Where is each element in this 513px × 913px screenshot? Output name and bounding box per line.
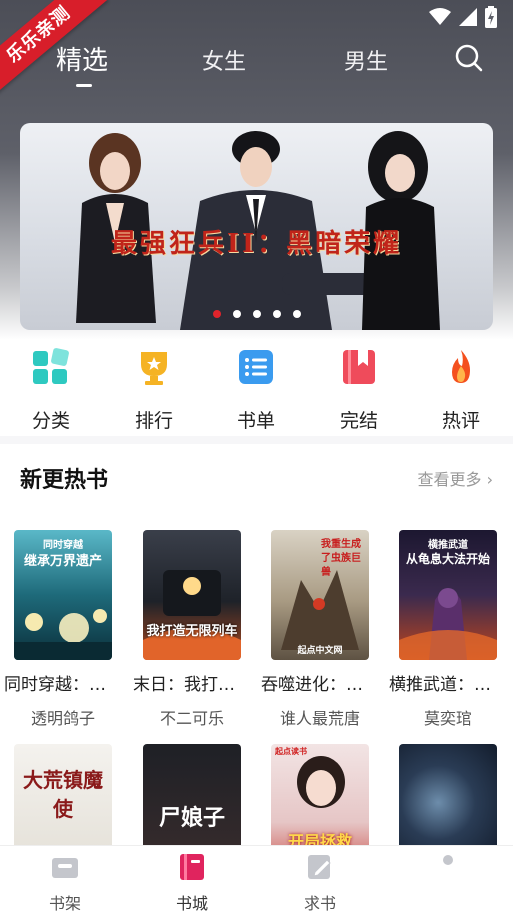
category-label: 书单 [236,410,275,432]
nav-bookshelf[interactable]: 书架 [30,852,100,913]
cover-art [143,570,241,660]
book-author: 莫奕琯 [423,709,472,728]
category-finished[interactable]: 完结 [324,348,394,433]
see-more-link[interactable]: 查看更多 › [418,466,494,490]
search-button[interactable] [453,42,485,74]
signal-icon [459,8,477,26]
cover-subtitle: 同时穿越 [43,540,83,551]
tab-featured[interactable]: 精选 [52,40,112,77]
book-card[interactable]: 我打造无限列车 末日：我打造无限列车 不二可乐 [133,530,251,729]
book-title: 末日：我打造无限列车 [133,675,251,695]
bookshelf-icon [52,858,78,878]
cover-subtitle: 起点中文网 [297,646,343,656]
section-title: 新更热书 [20,468,109,493]
category-booklist[interactable]: 书单 [221,348,291,433]
category-classify[interactable]: 分类 [16,348,86,433]
active-tab-indicator [76,84,92,87]
category-label: 热评 [441,410,480,432]
section-divider [0,436,513,444]
category-shortcuts: 分类 排行 书单 完结 热评 [0,348,513,432]
list-icon [239,350,273,384]
book-author: 透明鸽子 [30,709,95,728]
book-title: 吞噬进化：我成了虫族巨兽 [261,675,379,695]
bookmark-icon [343,350,375,384]
nav-bookstore[interactable]: 书城 [157,852,227,913]
book-cover: 我打造无限列车 [143,530,241,660]
banner-title: 最强狂兵II：黑暗荣耀 [110,229,403,259]
banner-dot-2[interactable] [232,310,241,318]
bookstore-icon [180,854,204,880]
profile-icon [443,855,453,865]
cover-art [399,588,497,660]
request-book-icon [308,855,331,879]
book-card[interactable]: 同时穿越 继承万界遗产 同时穿越：继承万界遗产 透明鸽子 [4,530,122,729]
nav-request-book[interactable]: 求书 [285,852,355,913]
bottom-navigation: 书架 书城 求书 [0,845,513,913]
category-hot-reviews[interactable]: 热评 [426,348,496,433]
cover-title: 大荒镇魔使 [23,768,103,821]
nav-label: 求书 [303,894,336,913]
cover-title: 我打造无限列车 [146,624,238,639]
tab-male[interactable]: 男生 [338,44,394,76]
nav-label: 书架 [48,894,81,913]
nav-label: 书城 [175,894,208,913]
book-author: 不二可乐 [159,709,224,728]
search-icon [455,44,483,72]
tab-female[interactable]: 女生 [196,44,252,76]
grid-icon [33,348,69,384]
flame-icon [452,350,470,383]
cover-art [14,609,112,660]
cover-title: 尸娘子 [158,805,225,831]
book-card[interactable]: 横推武道 从龟息大法开始 横推武道：从龟息大法开始 莫奕琯 [389,530,507,729]
wifi-icon [429,8,451,25]
featured-banner[interactable]: 最强狂兵II：黑暗荣耀 [20,123,493,330]
battery-icon [485,6,497,28]
trophy-icon [141,352,167,385]
banner-pagination [20,310,493,318]
cover-title: 继承万界遗产 [23,554,102,569]
book-cover: 我重生成了虫族巨兽 起点中文网 [271,530,369,660]
category-ranking[interactable]: 排行 [119,348,189,433]
book-author: 谁人最荒唐 [279,709,360,728]
top-tab-bar: 精选 女生 男生 [0,40,513,90]
banner-dot-3[interactable] [252,310,261,318]
book-title: 同时穿越：继承万界遗产 [4,675,122,695]
book-cover: 同时穿越 继承万界遗产 [14,530,112,660]
banner-dot-5[interactable] [292,310,301,318]
banner-dot-4[interactable] [272,310,281,318]
category-label: 排行 [134,410,173,432]
banner-dot-1[interactable] [212,310,221,318]
cover-subtitle: 横推武道 [428,540,468,551]
book-title: 横推武道：从龟息大法开始 [389,675,507,695]
nav-profile[interactable] [413,852,483,890]
category-label: 完结 [339,410,378,432]
cover-title: 从龟息大法开始 [405,552,490,566]
book-cover: 横推武道 从龟息大法开始 [399,530,497,660]
book-card[interactable]: 我重生成了虫族巨兽 起点中文网 吞噬进化：我成了虫族巨兽 谁人最荒唐 [261,530,379,729]
category-label: 分类 [31,410,70,432]
